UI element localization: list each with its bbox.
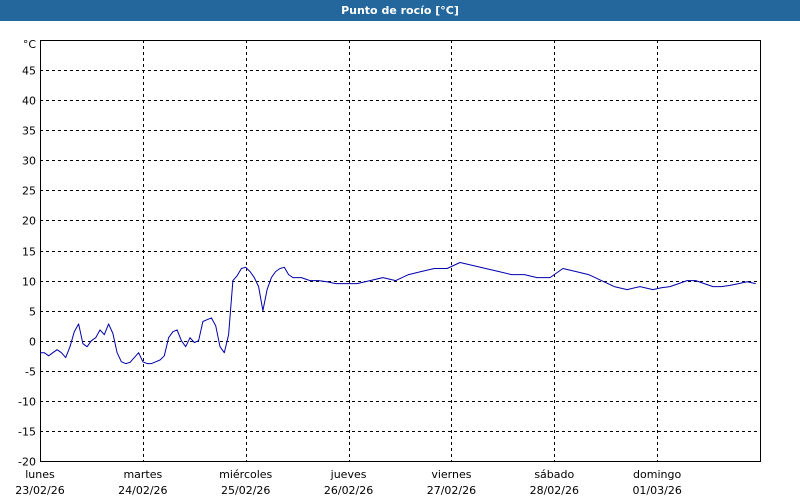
x-tick-date-label: 23/02/26 (15, 484, 64, 497)
x-tick-day-label: lunes (25, 468, 55, 481)
y-tick-label: 20 (22, 215, 36, 228)
y-tick-label: 0 (29, 336, 36, 349)
x-tick-date-label: 27/02/26 (427, 484, 476, 497)
x-tick-date-label: 01/03/26 (632, 484, 681, 497)
y-tick-label: 30 (22, 155, 36, 168)
y-tick-label: 10 (22, 276, 36, 289)
x-tick-date-label: 28/02/26 (530, 484, 579, 497)
chart-title-bar: Punto de rocío [°C] (0, 0, 800, 21)
series-layer (40, 262, 756, 365)
y-tick-label: 25 (22, 185, 36, 198)
dew-point-series-line (40, 262, 756, 365)
x-tick-day-label: domingo (633, 468, 681, 481)
dew-point-chart: -20 -15 -10 -5 0 5 10 15 20 25 30 35 40 45 °C lunes 23/0… (15, 38, 761, 497)
x-tick-date-label: 26/02/26 (324, 484, 373, 497)
y-tick-label: 15 (22, 246, 36, 259)
x-tick-day-label: jueves (330, 468, 367, 481)
chart-title: Punto de rocío [°C] (341, 4, 459, 17)
x-tick-day-label: martes (123, 468, 162, 481)
x-tick-day-label: viernes (431, 468, 471, 481)
grid (40, 40, 760, 461)
y-tick-label: -10 (18, 396, 36, 409)
chart-area: -20 -15 -10 -5 0 5 10 15 20 25 30 35 40 45 °C lunes 23/0… (0, 21, 800, 500)
y-axis-label: °C (23, 38, 37, 51)
x-tick-date-label: 24/02/26 (118, 484, 167, 497)
tick-labels: -20 -15 -10 -5 0 5 10 15 20 25 30 35 40 45 °C lunes 23/0… (15, 38, 682, 497)
x-tick-day-label: sábado (534, 468, 574, 481)
x-tick-date-label: 25/02/26 (221, 484, 270, 497)
y-tick-label: 5 (29, 306, 36, 319)
y-tick-label: 35 (22, 125, 36, 138)
y-tick-label: 45 (22, 65, 36, 78)
y-tick-label: 40 (22, 95, 36, 108)
y-tick-label: -20 (18, 456, 36, 469)
y-tick-label: -15 (18, 426, 36, 439)
x-tick-day-label: miércoles (219, 468, 272, 481)
y-tick-label: -5 (25, 366, 36, 379)
